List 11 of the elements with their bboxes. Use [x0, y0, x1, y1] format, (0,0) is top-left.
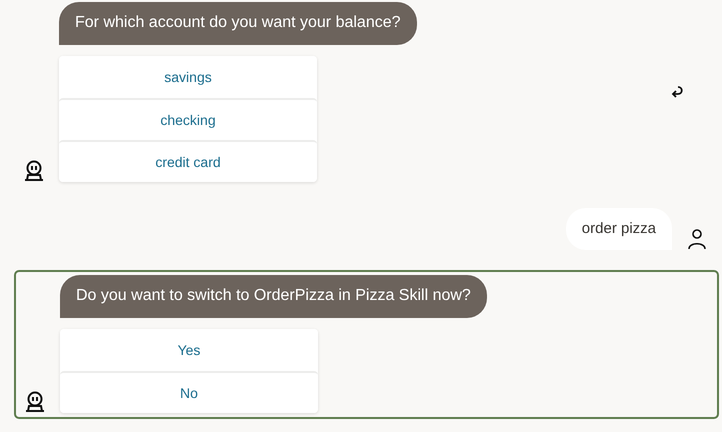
option-button[interactable]: Yes [60, 329, 318, 371]
user-message: order pizza [566, 208, 672, 250]
robot-icon [24, 391, 46, 413]
option-button[interactable]: savings [59, 56, 317, 98]
bot-message: For which account do you want your balance? [59, 2, 417, 45]
option-button[interactable]: credit card [59, 140, 317, 182]
bot-message: Do you want to switch to OrderPizza in Pizza Skill now? [60, 275, 487, 318]
option-button[interactable]: checking [59, 98, 317, 140]
robot-icon [23, 160, 45, 182]
user-icon [686, 228, 708, 250]
option-button[interactable]: No [60, 371, 318, 413]
